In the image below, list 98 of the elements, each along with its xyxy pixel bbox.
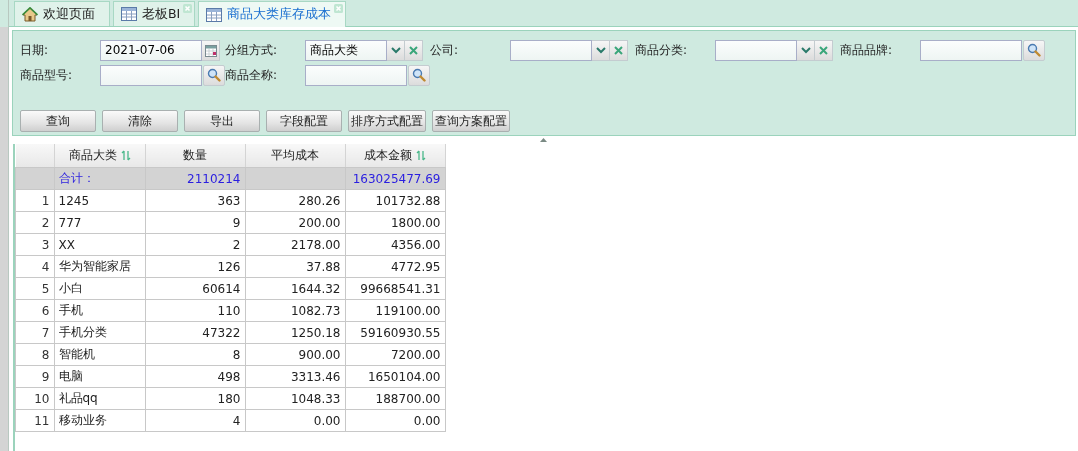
table-cell: 3313.46 [245, 365, 345, 388]
table-cell: 1250.18 [245, 321, 345, 344]
table-cell: 手机 [54, 299, 145, 322]
table-cell: 363 [145, 189, 245, 212]
action-button[interactable]: 查询 [20, 110, 96, 132]
table-cell: 1800.00 [345, 211, 445, 234]
table-cell: 37.88 [245, 255, 345, 278]
table-cell: 华为智能家居 [54, 255, 145, 278]
table-cell: 47322 [145, 321, 245, 344]
row-number: 6 [15, 299, 54, 322]
table-cell: 移动业务 [54, 409, 145, 432]
tab[interactable]: 老板BI [113, 1, 196, 26]
table-cell: 99668541.31 [345, 277, 445, 300]
row-number: 7 [15, 321, 54, 344]
row-number: 4 [15, 255, 54, 278]
table-cell: 59160930.55 [345, 321, 445, 344]
field-label: 商品全称: [225, 66, 279, 84]
table-cell: 1082.73 [245, 299, 345, 322]
column-header[interactable]: 商品大类 [54, 144, 145, 168]
table-cell: 电脑 [54, 365, 145, 388]
table-cell: 9 [145, 211, 245, 234]
table-cell: 900.00 [245, 343, 345, 366]
clear-icon[interactable] [610, 39, 628, 61]
search-icon[interactable] [1023, 39, 1045, 61]
field-label: 分组方式: [225, 41, 279, 59]
field-label: 商品型号: [20, 66, 74, 84]
caret-icon[interactable] [592, 39, 610, 61]
table-cell: 1048.33 [245, 387, 345, 410]
table-cell: 119100.00 [345, 299, 445, 322]
table-cell: 8 [145, 343, 245, 366]
tab[interactable]: 商品大类库存成本 [198, 1, 347, 27]
table-cell: 0.00 [245, 409, 345, 432]
calendar-icon[interactable] [202, 39, 220, 61]
table-cell: 1245 [54, 189, 145, 212]
table-cell: 498 [145, 365, 245, 388]
search-icon[interactable] [203, 64, 225, 86]
table-cell: 0.00 [345, 409, 445, 432]
table-cell: XX [54, 233, 145, 256]
action-button[interactable]: 清除 [102, 110, 178, 132]
table-cell: 126 [145, 255, 245, 278]
dropdown-field[interactable]: 商品大类 [305, 39, 387, 61]
collapse-icon[interactable] [540, 138, 547, 142]
table-cell: 200.00 [245, 211, 345, 234]
column-header[interactable]: 成本金额 [345, 144, 445, 168]
action-button[interactable]: 排序方式配置 [348, 110, 426, 132]
row-number: 11 [15, 409, 54, 432]
table-cell: 1650104.00 [345, 365, 445, 388]
table-cell: 180 [145, 387, 245, 410]
action-button[interactable]: 字段配置 [266, 110, 342, 132]
table-cell: 4772.95 [345, 255, 445, 278]
table-cell: 小白 [54, 277, 145, 300]
table-cell: 4356.00 [345, 233, 445, 256]
field-label: 公司: [430, 41, 460, 59]
dropdown-field[interactable] [715, 39, 797, 61]
table-cell: 60614 [145, 277, 245, 300]
table-cell: 2 [145, 233, 245, 256]
table-cell: 7200.00 [345, 343, 445, 366]
field-label: 日期: [20, 41, 50, 59]
row-number: 2 [15, 211, 54, 234]
table-icon [206, 7, 223, 22]
row-number: 5 [15, 277, 54, 300]
date-field[interactable]: 2021-07-06 [100, 39, 202, 61]
table-cell: 188700.00 [345, 387, 445, 410]
table-cell: 777 [54, 211, 145, 234]
table-cell: 礼品qq [54, 387, 145, 410]
row-number: 10 [15, 387, 54, 410]
row-number: 8 [15, 343, 54, 366]
caret-icon[interactable] [797, 39, 815, 61]
table-cell: 2178.00 [245, 233, 345, 256]
dropdown-field[interactable] [510, 39, 592, 61]
column-header[interactable]: 平均成本 [245, 144, 345, 168]
caret-icon[interactable] [387, 39, 405, 61]
table-cell: 101732.88 [345, 189, 445, 212]
sort-icon[interactable] [120, 150, 131, 161]
table-cell: 手机分类 [54, 321, 145, 344]
clear-icon[interactable] [815, 39, 833, 61]
tab[interactable]: 欢迎页面 [14, 1, 110, 26]
search-icon[interactable] [408, 64, 430, 86]
field-label: 商品品牌: [840, 41, 894, 59]
action-button[interactable]: 查询方案配置 [432, 110, 510, 132]
action-button[interactable]: 导出 [184, 110, 260, 132]
sort-icon[interactable] [416, 150, 426, 161]
table-cell: 智能机 [54, 343, 145, 366]
table-cell: 1644.32 [245, 277, 345, 300]
table-cell: 280.26 [245, 189, 345, 212]
table-cell: 4 [145, 409, 245, 432]
clear-icon[interactable] [405, 39, 423, 61]
table-icon [121, 7, 137, 21]
home-icon [22, 6, 38, 22]
text-field[interactable] [305, 64, 407, 86]
row-number: 9 [15, 365, 54, 388]
field-label: 商品分类: [635, 41, 689, 59]
column-header[interactable]: 数量 [145, 144, 245, 168]
text-field[interactable] [100, 64, 202, 86]
text-field[interactable] [920, 39, 1022, 61]
row-number: 1 [15, 189, 54, 212]
row-number: 3 [15, 233, 54, 256]
table-cell: 110 [145, 299, 245, 322]
